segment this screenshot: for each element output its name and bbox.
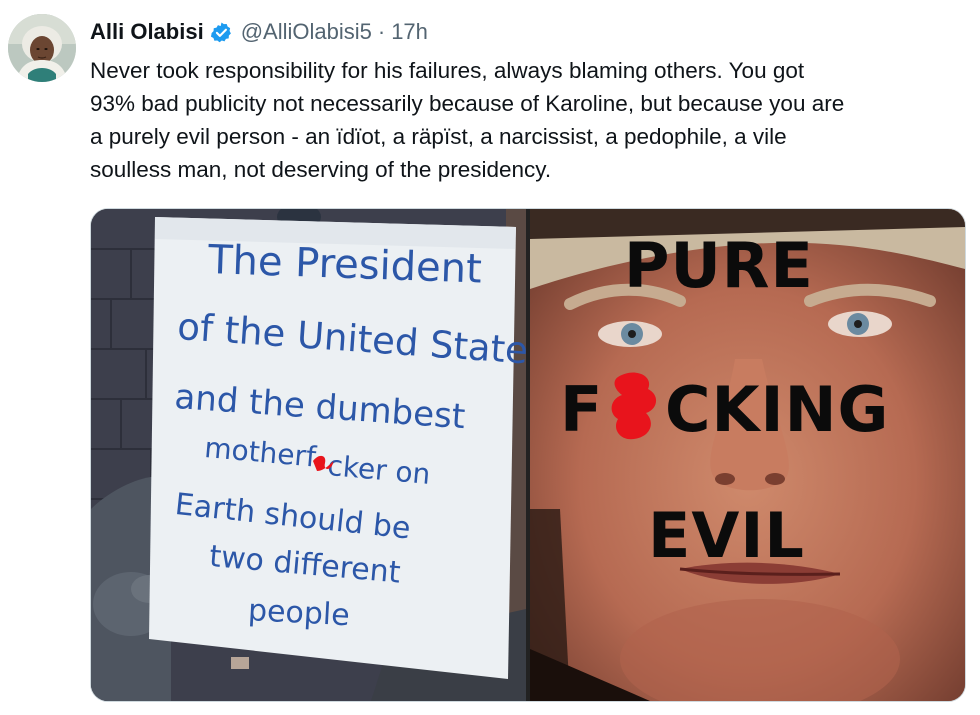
header-separator: · (377, 19, 386, 44)
avatar[interactable] (8, 14, 76, 82)
overlay-text-f: F (560, 373, 604, 446)
tweet[interactable]: Alli Olabisi @AlliOlabisi5 · 17h Never t… (0, 0, 980, 715)
tweet-text: Never took responsibility for his failur… (90, 54, 970, 186)
tweet-text-line: 93% bad publicity not necessarily becaus… (90, 91, 845, 116)
tweet-text-line: Never took responsibility for his failur… (90, 58, 805, 83)
author-display-name[interactable]: Alli Olabisi (90, 19, 204, 45)
author-handle[interactable]: @AlliOlabisi5 (241, 19, 372, 45)
overlay-text-evil: EVIL (648, 499, 805, 572)
tweet-timestamp[interactable]: 17h (391, 19, 428, 45)
verified-badge-icon (210, 21, 233, 44)
overlay-text-cking: CKING (665, 373, 890, 446)
media-image-protest-sign[interactable]: The President of the United States and t… (91, 209, 526, 701)
overlay-text-pure: PURE (624, 229, 814, 302)
media-image-pure-evil[interactable]: PURE F CKING EVIL (530, 209, 965, 701)
avatar-image (8, 14, 76, 82)
tweet-media-grid: The President of the United States and t… (90, 208, 966, 702)
tweet-text-line: a purely evil person - an ïdïot, a räpïs… (90, 124, 787, 149)
sign-text-line: The President (207, 237, 483, 293)
sign-text-line: people (247, 593, 351, 634)
tweet-text-line: soulless man, not deserving of the presi… (90, 157, 552, 182)
tweet-header: Alli Olabisi @AlliOlabisi5 · 17h (90, 16, 428, 48)
